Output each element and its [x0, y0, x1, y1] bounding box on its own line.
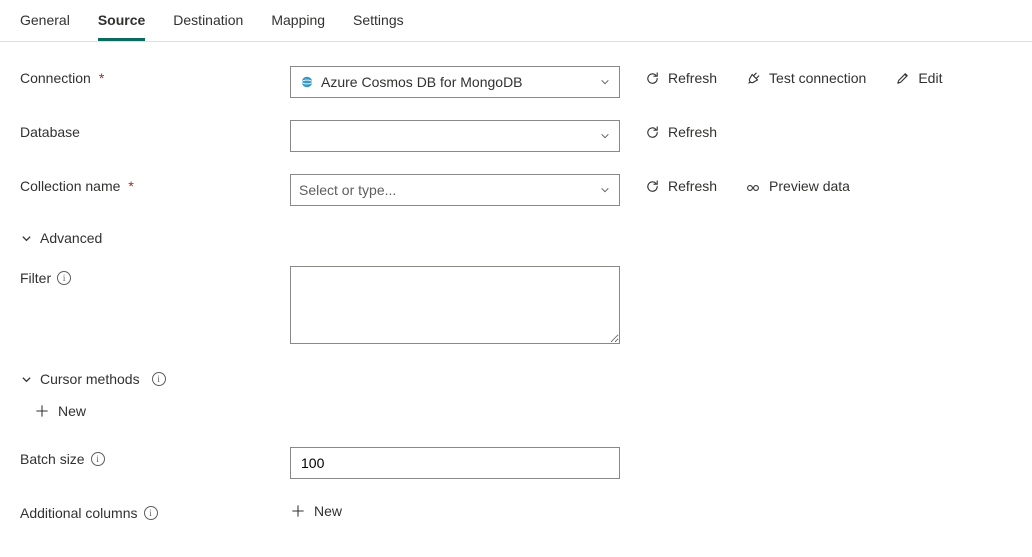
info-icon[interactable]: i — [57, 271, 71, 285]
new-cursor-method-button[interactable]: New — [34, 403, 86, 419]
refresh-icon — [644, 178, 660, 194]
label-database: Database — [20, 124, 80, 140]
label-batch-size: Batch size — [20, 451, 85, 467]
refresh-connection-button[interactable]: Refresh — [644, 70, 717, 86]
refresh-collection-button[interactable]: Refresh — [644, 178, 717, 194]
info-icon[interactable]: i — [152, 372, 166, 386]
chevron-down-icon — [599, 76, 611, 88]
tab-source[interactable]: Source — [98, 0, 145, 41]
cosmos-db-icon — [299, 74, 315, 90]
new-label: New — [58, 403, 86, 419]
edit-connection-button[interactable]: Edit — [894, 70, 942, 86]
refresh-label: Refresh — [668, 178, 717, 194]
batch-size-input[interactable] — [290, 447, 620, 479]
chevron-down-icon — [599, 130, 611, 142]
form-area: Connection * Azure Cosmos DB for MongoDB… — [0, 42, 1032, 535]
refresh-label: Refresh — [668, 70, 717, 86]
advanced-toggle[interactable]: Advanced — [20, 228, 102, 248]
refresh-icon — [644, 70, 660, 86]
new-label: New — [314, 503, 342, 519]
label-additional-columns: Additional columns — [20, 505, 138, 521]
plus-icon — [290, 503, 306, 519]
tab-bar: General Source Destination Mapping Setti… — [0, 0, 1032, 42]
chevron-down-icon — [599, 184, 611, 196]
refresh-label: Refresh — [668, 124, 717, 140]
tab-destination[interactable]: Destination — [173, 0, 243, 41]
tab-general[interactable]: General — [20, 0, 70, 41]
info-icon[interactable]: i — [91, 452, 105, 466]
glasses-icon — [745, 178, 761, 194]
advanced-label: Advanced — [40, 230, 102, 246]
plug-icon — [745, 70, 761, 86]
required-marker: * — [99, 70, 104, 86]
refresh-icon — [644, 124, 660, 140]
plus-icon — [34, 403, 50, 419]
cursor-methods-toggle[interactable]: Cursor methods i — [20, 369, 166, 389]
collection-dropdown[interactable]: Select or type... — [290, 174, 620, 206]
tab-settings[interactable]: Settings — [353, 0, 404, 41]
collection-placeholder: Select or type... — [299, 182, 599, 198]
filter-input[interactable] — [290, 266, 620, 344]
connection-dropdown[interactable]: Azure Cosmos DB for MongoDB — [290, 66, 620, 98]
test-connection-label: Test connection — [769, 70, 866, 86]
label-filter: Filter — [20, 270, 51, 286]
label-collection: Collection name — [20, 178, 120, 194]
chevron-down-icon — [20, 373, 32, 385]
new-additional-column-button[interactable]: New — [290, 503, 342, 519]
required-marker: * — [128, 178, 133, 194]
test-connection-button[interactable]: Test connection — [745, 70, 866, 86]
preview-data-label: Preview data — [769, 178, 850, 194]
label-connection: Connection — [20, 70, 91, 86]
chevron-down-icon — [20, 232, 32, 244]
tab-mapping[interactable]: Mapping — [271, 0, 325, 41]
database-dropdown[interactable] — [290, 120, 620, 152]
connection-value: Azure Cosmos DB for MongoDB — [321, 74, 599, 90]
pencil-icon — [894, 70, 910, 86]
cursor-methods-label: Cursor methods — [40, 371, 140, 387]
info-icon[interactable]: i — [144, 506, 158, 520]
refresh-database-button[interactable]: Refresh — [644, 124, 717, 140]
edit-label: Edit — [918, 70, 942, 86]
preview-data-button[interactable]: Preview data — [745, 178, 850, 194]
